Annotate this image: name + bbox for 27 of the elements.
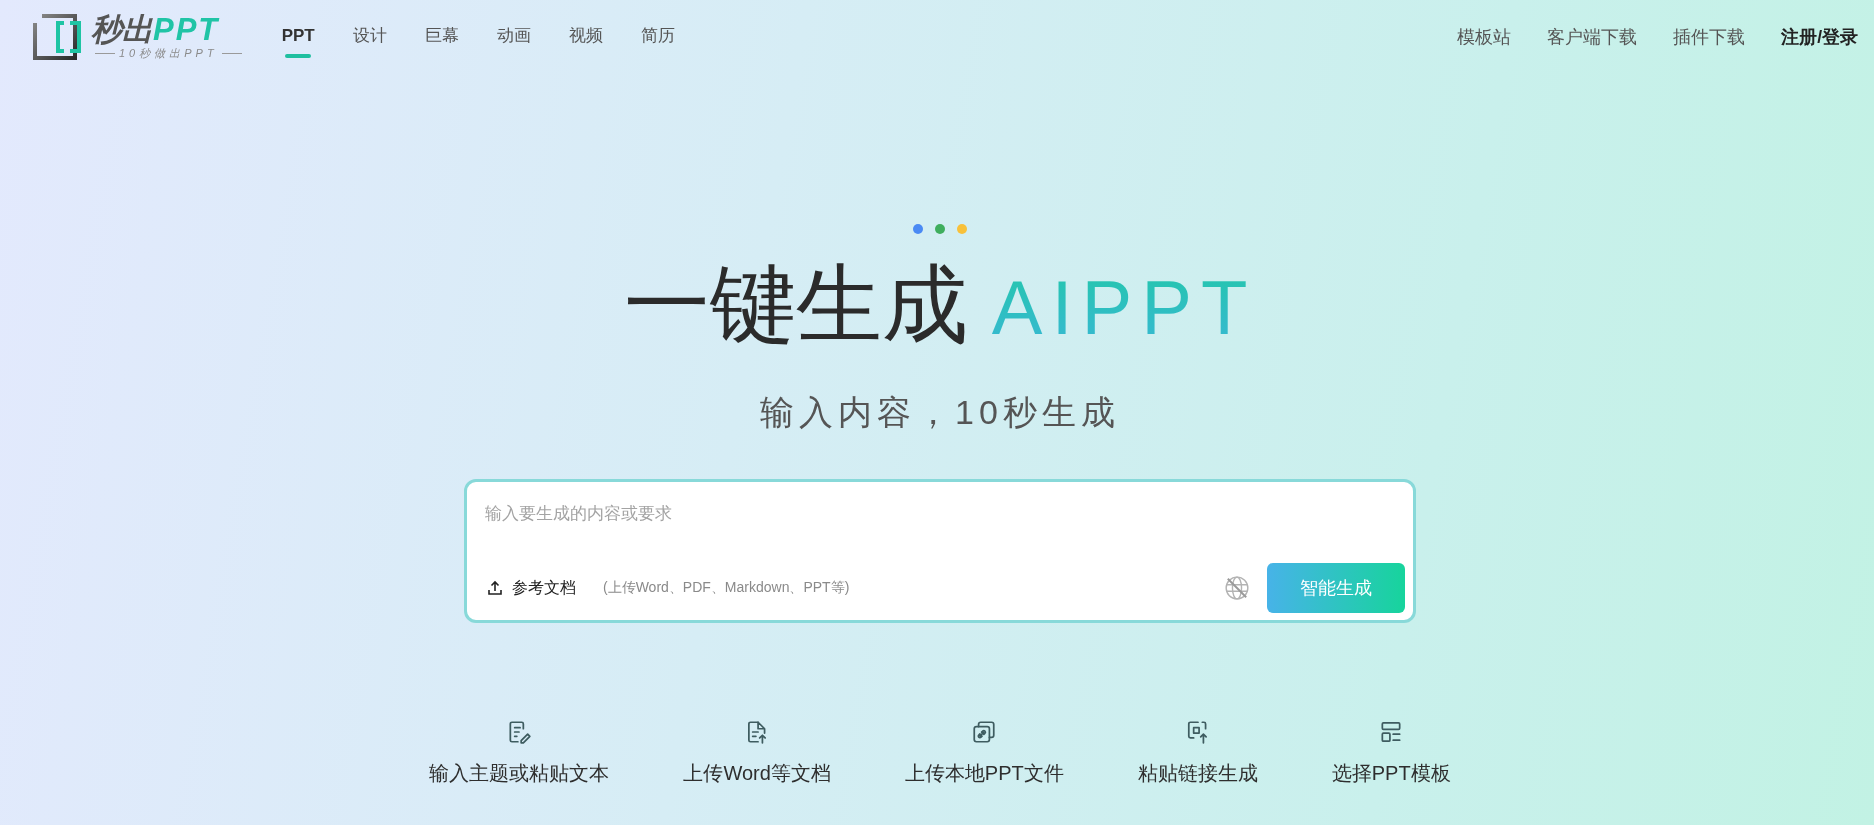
- prompt-panel[interactable]: 输入要生成的内容或要求 参考文档 (上传Word、PDF、Markdown、PPT等) 智能生成: [464, 479, 1416, 623]
- nav-link[interactable]: 插件下载: [1673, 25, 1746, 49]
- nav-link[interactable]: 模板站: [1457, 25, 1512, 49]
- nav-tab[interactable]: 视频: [568, 16, 603, 58]
- prompt-input[interactable]: 输入要生成的内容或要求: [485, 502, 1405, 563]
- attach-document-button[interactable]: 参考文档: [487, 577, 576, 599]
- nav-link[interactable]: 客户端下载: [1547, 25, 1638, 49]
- feature-option[interactable]: 选择PPT模板: [1331, 719, 1451, 786]
- linked-pages-icon: [971, 719, 998, 745]
- nav-tab[interactable]: 巨幕: [424, 16, 459, 58]
- globe-slash-icon[interactable]: [1224, 575, 1250, 601]
- logo-tagline: 10秒做出PPT: [95, 46, 242, 60]
- nav-tab[interactable]: 设计: [352, 16, 387, 58]
- logo-wordmark: 秒出PPT: [91, 14, 220, 46]
- attach-hint: (上传Word、PDF、Markdown、PPT等): [603, 579, 850, 597]
- feature-option[interactable]: 粘贴链接生成: [1137, 719, 1258, 786]
- hero-subtitle: 输入内容，10秒生成: [760, 392, 1120, 433]
- nav-tab[interactable]: 简历: [640, 16, 675, 58]
- feature-option[interactable]: 上传本地PPT文件: [904, 719, 1064, 786]
- feature-option[interactable]: 上传Word等文档: [683, 719, 831, 786]
- login-link[interactable]: 注册/登录: [1781, 25, 1858, 49]
- nav-tab[interactable]: PPT: [281, 16, 315, 58]
- hero-title: 一键生成 AIPPT: [623, 254, 1257, 358]
- document-edit-icon: [506, 719, 533, 745]
- nav-tab[interactable]: 动画: [496, 16, 531, 58]
- upload-icon: [487, 580, 503, 596]
- feature-option[interactable]: 输入主题或粘贴文本: [429, 719, 610, 786]
